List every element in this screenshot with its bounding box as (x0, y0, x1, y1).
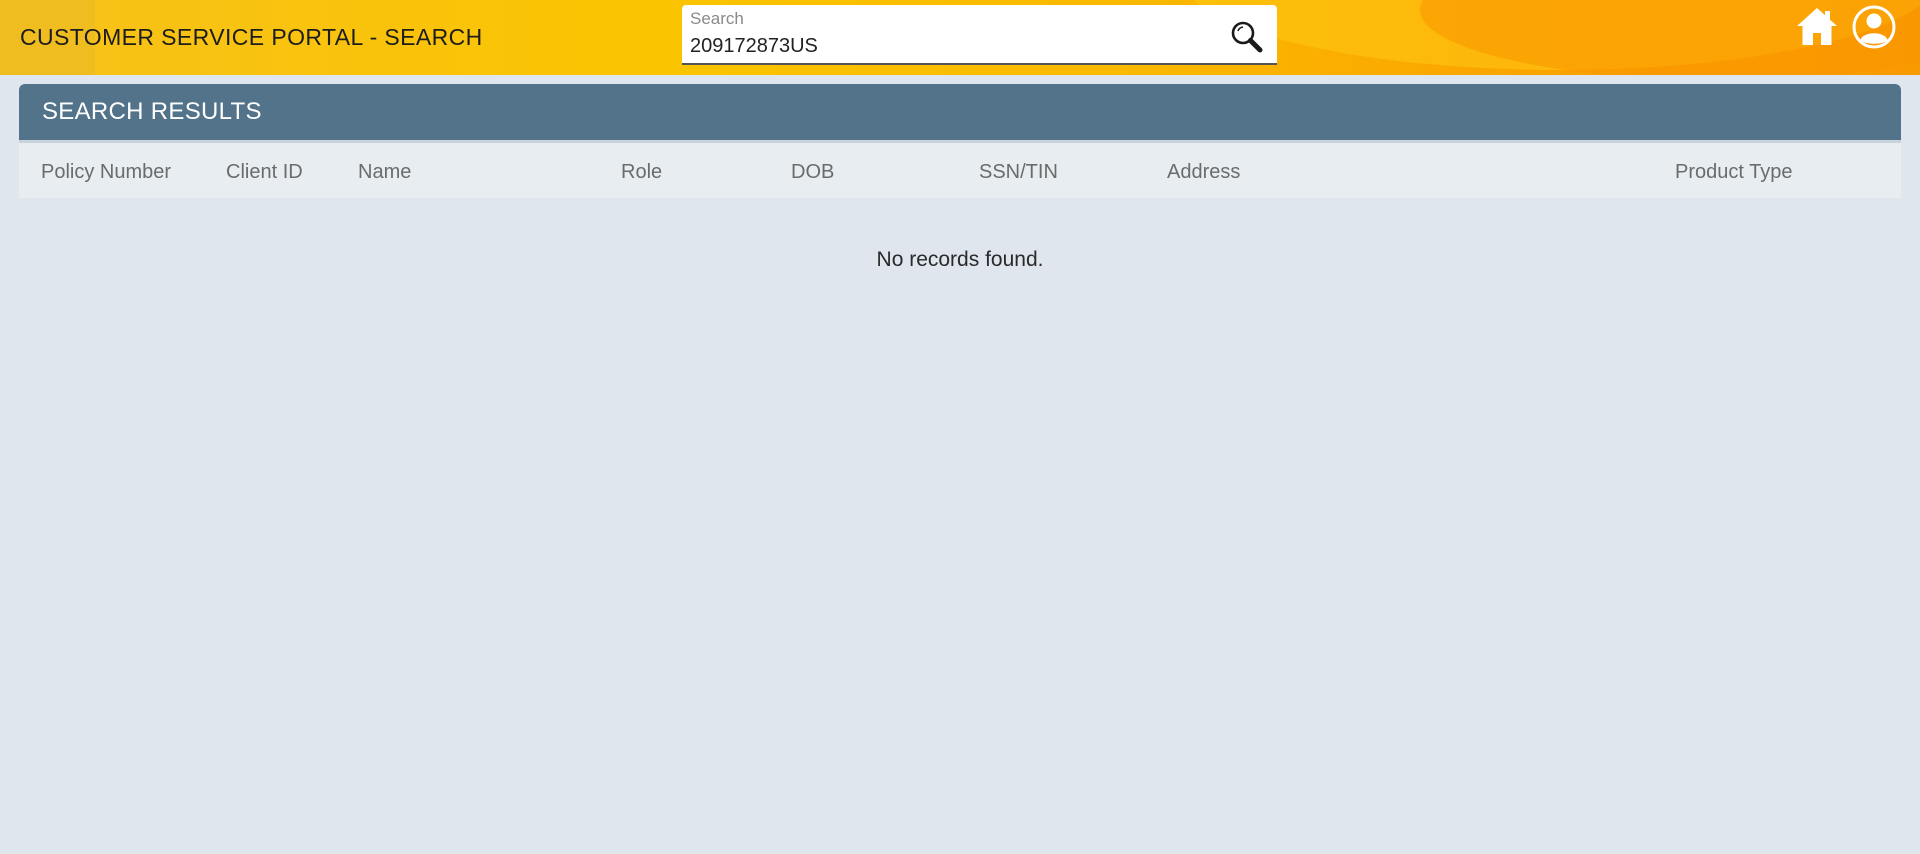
home-icon[interactable] (1794, 4, 1840, 50)
user-icon[interactable] (1851, 4, 1897, 50)
column-header-client-id[interactable]: Client ID (226, 161, 303, 184)
results-title: SEARCH RESULTS (42, 98, 262, 125)
column-header-product-type[interactable]: Product Type (1675, 161, 1792, 184)
column-header-role[interactable]: Role (621, 161, 662, 184)
search-icon[interactable] (1229, 19, 1265, 55)
column-header-address[interactable]: Address (1167, 161, 1240, 184)
search-field[interactable]: Search (682, 5, 1277, 65)
column-header-policy-number[interactable]: Policy Number (41, 161, 171, 184)
column-header-name[interactable]: Name (358, 161, 411, 184)
empty-results-message: No records found. (876, 248, 1044, 271)
search-label: Search (690, 9, 744, 28)
page-title: CUSTOMER SERVICE PORTAL - SEARCH (20, 24, 483, 50)
search-input[interactable] (690, 32, 1210, 60)
column-header-dob[interactable]: DOB (791, 161, 834, 184)
search-results-panel: SEARCH RESULTS (19, 84, 1901, 140)
results-table-header: Policy Number Client ID Name Role DOB SS… (19, 140, 1901, 198)
top-bar: CUSTOMER SERVICE PORTAL - SEARCH Search (0, 0, 1920, 75)
column-header-ssn-tin[interactable]: SSN/TIN (979, 161, 1058, 184)
